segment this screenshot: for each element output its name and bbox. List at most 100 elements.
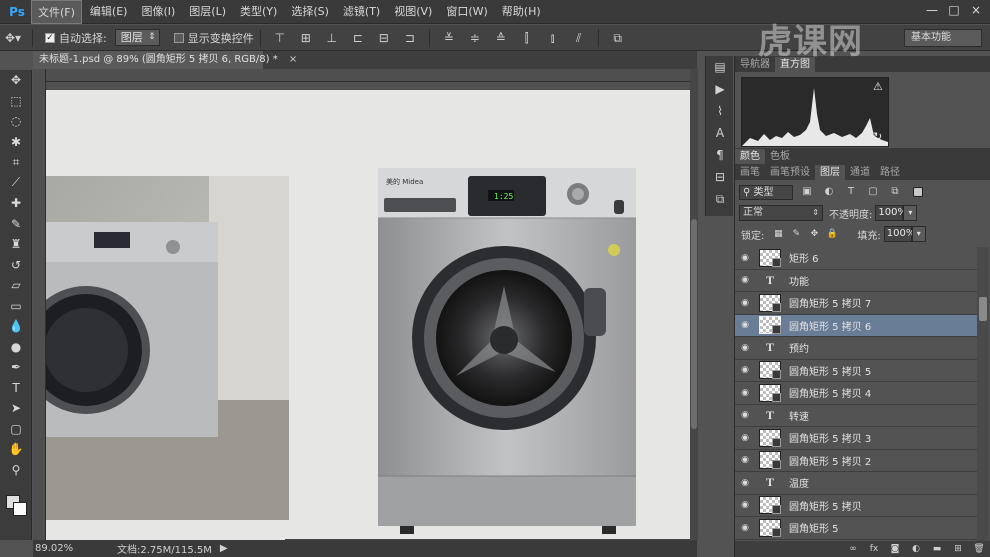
- align-bottom-icon[interactable]: ⊥: [321, 29, 343, 47]
- visibility-eye-icon[interactable]: ◉: [735, 433, 755, 443]
- background-color-swatch[interactable]: [13, 502, 27, 516]
- blur-tool-icon[interactable]: 💧: [0, 316, 32, 337]
- layers-scrollbar[interactable]: [977, 247, 989, 547]
- layer-name[interactable]: 圆角矩形 5 拷贝 4: [789, 385, 871, 400]
- brush-settings-icon[interactable]: ⌇: [706, 100, 734, 122]
- pen-tool-icon[interactable]: ✒: [0, 357, 32, 378]
- canvas-document[interactable]: 美的 Midea 1:25: [46, 90, 690, 540]
- visibility-eye-icon[interactable]: ◉: [735, 320, 755, 330]
- lock-transparent-icon[interactable]: ▦: [771, 227, 785, 241]
- layer-name[interactable]: 圆角矩形 5 拷贝 7: [789, 295, 871, 310]
- menu-item[interactable]: 图像(I): [135, 0, 181, 24]
- maximize-button[interactable]: □: [946, 2, 962, 18]
- adjustment-layer-icon[interactable]: ◐: [908, 544, 924, 554]
- zoom-tool-icon[interactable]: ⚲: [0, 460, 32, 481]
- info-icon[interactable]: ⊟: [706, 166, 734, 188]
- visibility-eye-icon[interactable]: ◉: [735, 478, 755, 488]
- play-action-icon[interactable]: ▶: [706, 78, 734, 100]
- layers-panel-tab[interactable]: 画笔: [735, 165, 765, 180]
- healing-brush-icon[interactable]: ✚: [0, 193, 32, 214]
- close-button[interactable]: ×: [968, 2, 984, 18]
- menu-item[interactable]: 窗口(W): [440, 0, 493, 24]
- link-layers-icon[interactable]: ∞: [845, 544, 861, 554]
- magic-wand-icon[interactable]: ✱: [0, 132, 32, 153]
- distribute-bottom-icon[interactable]: ≙: [490, 29, 512, 47]
- auto-select-target-dropdown[interactable]: 图层: [114, 29, 160, 46]
- history-brush-icon[interactable]: ↺: [0, 255, 32, 276]
- layer-name[interactable]: 圆角矩形 5 拷贝 5: [789, 363, 871, 378]
- layer-row[interactable]: ◉ T 温度: [735, 472, 977, 495]
- layer-row[interactable]: ◉ 圆角矩形 5 拷贝 3: [735, 427, 977, 450]
- visibility-eye-icon[interactable]: ◉: [735, 365, 755, 375]
- gradient-tool-icon[interactable]: ▭: [0, 296, 32, 317]
- layers-panel-tab[interactable]: 路径: [875, 165, 905, 180]
- lock-pixels-icon[interactable]: ✎: [789, 227, 803, 241]
- layer-row[interactable]: ◉ 圆角矩形 5 拷贝 7: [735, 292, 977, 315]
- opacity-arrow-icon[interactable]: ▾: [903, 205, 918, 221]
- visibility-eye-icon[interactable]: ◉: [735, 253, 755, 263]
- layer-style-icon[interactable]: fx: [866, 544, 882, 554]
- menu-item[interactable]: 图层(L): [183, 0, 232, 24]
- blend-mode-dropdown[interactable]: 正常: [739, 205, 823, 221]
- menu-item[interactable]: 类型(Y): [234, 0, 283, 24]
- lock-position-icon[interactable]: ✥: [807, 227, 821, 241]
- dodge-tool-icon[interactable]: ●: [0, 337, 32, 358]
- align-hcenter-icon[interactable]: ⊟: [373, 29, 395, 47]
- layer-name[interactable]: 圆角矩形 5 拷贝 3: [789, 430, 871, 445]
- filter-pixel-icon[interactable]: ▣: [799, 185, 815, 199]
- layer-name[interactable]: 矩形 6: [789, 250, 819, 265]
- paragraph-icon[interactable]: ¶: [706, 144, 734, 166]
- layer-name[interactable]: 功能: [789, 273, 809, 288]
- visibility-eye-icon[interactable]: ◉: [735, 343, 755, 353]
- menu-item[interactable]: 编辑(E): [84, 0, 134, 24]
- history-icon[interactable]: ▤: [706, 56, 734, 78]
- eyedropper-icon[interactable]: ⟋: [0, 173, 32, 194]
- distribute-hcenter-icon[interactable]: ⫾: [542, 29, 564, 47]
- layer-comps-icon[interactable]: ⧉: [706, 188, 734, 210]
- layer-row[interactable]: ◉ 圆角矩形 5 拷贝 2: [735, 450, 977, 472]
- move-tool-icon[interactable]: ✥▾: [2, 29, 24, 47]
- layer-name[interactable]: 圆角矩形 5 拷贝 6: [789, 318, 871, 333]
- align-right-icon[interactable]: ⊐: [399, 29, 421, 47]
- layer-row[interactable]: ◉ T 预约: [735, 337, 977, 360]
- filter-shape-icon[interactable]: ▢: [865, 185, 881, 199]
- clone-stamp-icon[interactable]: ♜: [0, 234, 32, 255]
- align-vcenter-icon[interactable]: ⊞: [295, 29, 317, 47]
- minimize-button[interactable]: —: [924, 2, 940, 18]
- layer-row[interactable]: ◉ 圆角矩形 5 拷贝 5: [735, 360, 977, 382]
- layer-row[interactable]: ◉ 圆角矩形 5 拷贝 4: [735, 382, 977, 405]
- layer-row[interactable]: ◉ 圆角矩形 5 拷贝 6: [735, 314, 977, 337]
- layer-row[interactable]: ◉ 矩形 6: [735, 247, 977, 270]
- filter-type-icon[interactable]: T: [843, 185, 859, 199]
- close-icon[interactable]: ×: [289, 54, 297, 65]
- visibility-eye-icon[interactable]: ◉: [735, 298, 755, 308]
- filter-adjustment-icon[interactable]: ◐: [821, 185, 837, 199]
- filter-smart-icon[interactable]: ⧉: [887, 185, 903, 199]
- add-mask-icon[interactable]: ◙: [887, 544, 903, 554]
- layer-row[interactable]: ◉ T 功能: [735, 270, 977, 292]
- new-layer-icon[interactable]: ⊞: [950, 544, 966, 554]
- document-tab[interactable]: 未标题-1.psd @ 89% (圆角矩形 5 拷贝 6, RGB/8) * ×: [33, 51, 297, 69]
- character-icon[interactable]: A: [706, 122, 734, 144]
- align-top-icon[interactable]: ⊤: [269, 29, 291, 47]
- distribute-right-icon[interactable]: ⫽: [568, 29, 590, 47]
- layer-name[interactable]: 预约: [789, 340, 809, 355]
- fill-input[interactable]: 100%: [883, 226, 915, 242]
- vertical-scrollbar[interactable]: [690, 69, 698, 540]
- menu-item[interactable]: 视图(V): [388, 0, 438, 24]
- layers-panel-tab[interactable]: 图层: [815, 165, 845, 180]
- menu-item[interactable]: 选择(S): [285, 0, 335, 24]
- layer-row[interactable]: ◉ 圆角矩形 5: [735, 517, 977, 540]
- hand-tool-icon[interactable]: ✋: [0, 439, 32, 460]
- filter-toggle[interactable]: [913, 187, 923, 197]
- marquee-tool-icon[interactable]: ⬚: [0, 91, 32, 112]
- color-panel-tab[interactable]: 颜色: [735, 149, 765, 164]
- brush-tool-icon[interactable]: ✎: [0, 214, 32, 235]
- layer-name[interactable]: 转速: [789, 408, 809, 423]
- layers-panel-tab[interactable]: 画笔预设: [765, 165, 815, 180]
- visibility-eye-icon[interactable]: ◉: [735, 410, 755, 420]
- layer-filter-dropdown[interactable]: ⚲ 类型: [739, 184, 793, 200]
- refresh-icon[interactable]: ↻: [873, 130, 882, 143]
- menu-item[interactable]: 帮助(H): [496, 0, 547, 24]
- eraser-tool-icon[interactable]: ▱: [0, 275, 32, 296]
